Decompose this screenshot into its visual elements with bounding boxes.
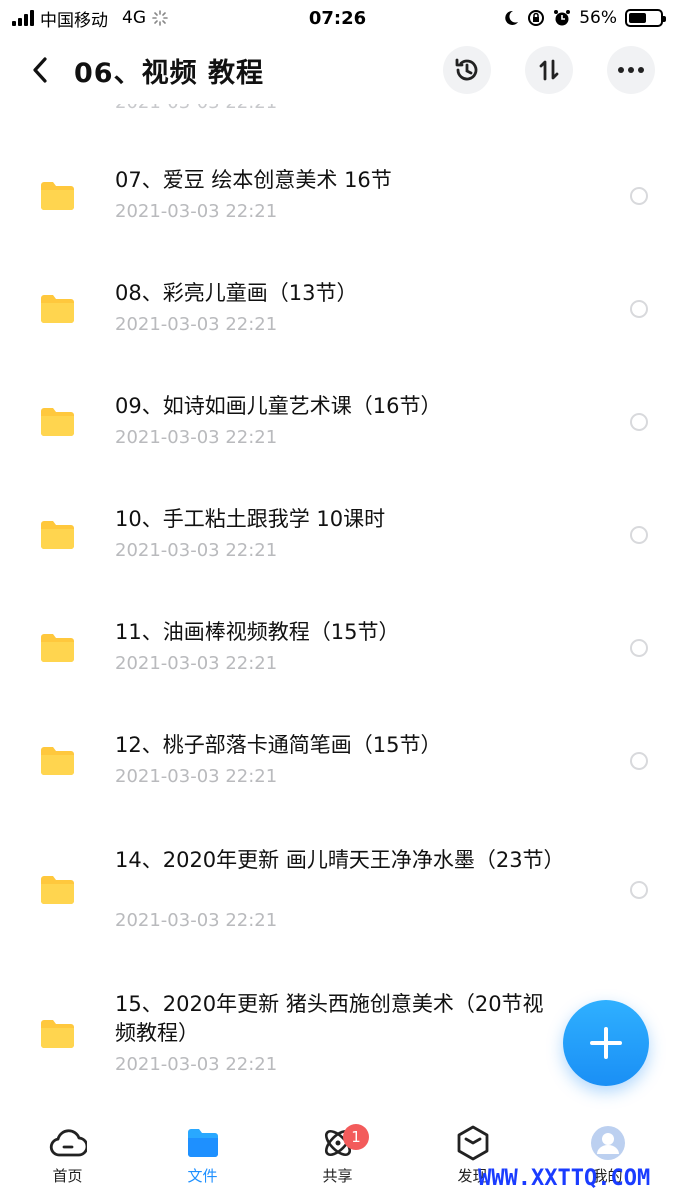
back-button[interactable]	[20, 50, 60, 90]
nav-home[interactable]: 首页	[0, 1108, 135, 1200]
history-icon	[455, 58, 478, 81]
header: 06、视频 教程	[0, 36, 675, 104]
loading-icon	[152, 10, 168, 26]
item-date: 2021-03-03 22:21	[115, 653, 278, 674]
history-button[interactable]	[443, 46, 491, 94]
cloud-icon	[49, 1129, 87, 1157]
network-label: 4G	[122, 8, 146, 28]
add-button[interactable]	[563, 1000, 649, 1086]
rotation-lock-icon	[528, 10, 545, 26]
page-title: 06、视频 教程	[74, 57, 264, 89]
carrier-label: 中国移动	[40, 10, 108, 31]
nav-home-label: 首页	[52, 1167, 83, 1185]
watermark: WWW.XXTTQ.COM	[478, 1166, 651, 1191]
folder-icon	[41, 181, 74, 210]
box-icon	[457, 1125, 488, 1161]
item-date: 2021-03-03 22:21	[115, 540, 278, 561]
select-radio[interactable]	[630, 412, 648, 431]
battery-percent: 56%	[579, 8, 617, 28]
file-list[interactable]: 2021-03-03 22:21 07、爱豆 绘本创意美术 16节 2021-03…	[0, 88, 675, 1108]
folder-icon	[41, 407, 74, 436]
battery-icon	[625, 9, 666, 27]
select-radio[interactable]	[630, 525, 648, 544]
select-radio[interactable]	[630, 881, 648, 899]
item-name: 09、如诗如画儿童艺术课（16节）	[115, 394, 442, 418]
item-date: 2021-03-03 22:21	[115, 910, 278, 931]
item-name: 07、爱豆 绘本创意美术 16节	[115, 168, 392, 192]
more-button[interactable]	[607, 46, 655, 94]
nav-share[interactable]: 1 共享	[270, 1108, 405, 1200]
nav-files-label: 文件	[187, 1167, 218, 1185]
header-actions	[443, 46, 655, 94]
folder-icon	[41, 294, 74, 323]
item-name: 10、手工粘土跟我学 10课时	[115, 507, 386, 531]
item-date: 2021-03-03 22:21	[115, 1054, 278, 1075]
item-date: 2021-03-03 22:21	[115, 201, 278, 222]
alarm-icon	[554, 10, 571, 26]
select-radio[interactable]	[630, 299, 648, 318]
item-date: 2021-03-03 22:21	[115, 314, 278, 335]
folder-icon	[41, 520, 74, 549]
status-left: 中国移动 4G	[12, 6, 168, 31]
item-name: 14、2020年更新 画儿晴天王净净水墨（23节）	[115, 848, 565, 872]
share-badge: 1	[343, 1124, 369, 1150]
item-name: 11、油画棒视频教程（15节）	[115, 620, 400, 644]
folder-icon	[41, 746, 74, 775]
item-date: 2021-03-03 22:21	[115, 766, 278, 787]
more-icon	[618, 67, 644, 73]
back-arrow-icon	[33, 57, 47, 83]
plus-icon	[590, 1027, 622, 1059]
folder-icon	[187, 1129, 218, 1157]
avatar-icon	[590, 1126, 625, 1160]
folder-icon	[41, 1020, 74, 1048]
nav-share-label: 共享	[322, 1167, 353, 1185]
item-name: 12、桃子部落卡通简笔画（15节）	[115, 733, 442, 757]
signal-icon	[12, 10, 34, 26]
sort-button[interactable]	[525, 46, 573, 94]
item-date: 2021-03-03 22:21	[115, 427, 278, 448]
status-right: 56%	[503, 8, 666, 28]
item-name: 15、2020年更新 猪头西施创意美术（20节视频教程）	[115, 992, 544, 1045]
folder-icon	[41, 633, 74, 662]
battery-level	[629, 13, 646, 23]
folder-icon	[41, 876, 74, 904]
select-radio[interactable]	[630, 751, 648, 770]
select-radio[interactable]	[630, 186, 648, 205]
sort-icon	[539, 59, 559, 81]
status-bar: 中国移动 4G 07:26 56%	[0, 0, 675, 36]
select-radio[interactable]	[630, 638, 648, 657]
item-name: 08、彩亮儿童画（13节）	[115, 281, 358, 305]
moon-icon	[505, 10, 519, 25]
nav-files[interactable]: 文件	[135, 1108, 270, 1200]
